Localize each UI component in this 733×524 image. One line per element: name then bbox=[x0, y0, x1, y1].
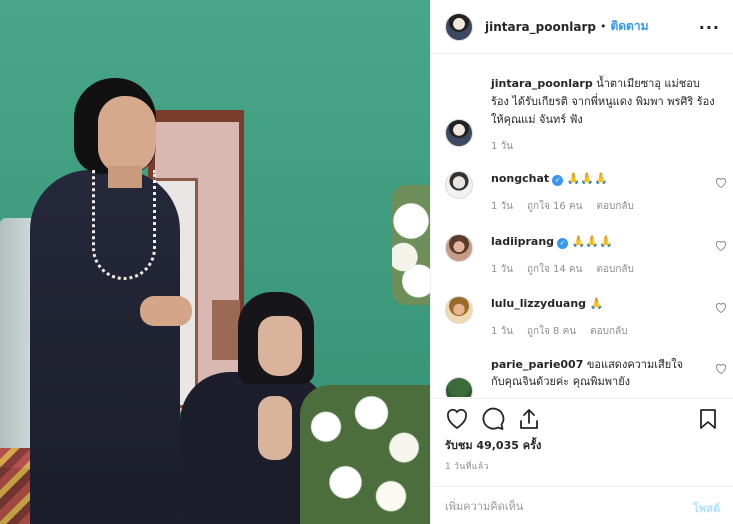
avatar[interactable] bbox=[445, 119, 473, 147]
post-time[interactable]: 1 วันที่แล้ว bbox=[445, 459, 489, 473]
avatar[interactable] bbox=[445, 377, 473, 397]
action-bar bbox=[431, 398, 733, 438]
comment-meta: 1 วัน ถูกใจ 8 คน ตอบกลับ bbox=[491, 324, 642, 339]
avatar[interactable] bbox=[445, 234, 473, 262]
comment-heart-icon[interactable] bbox=[715, 177, 727, 188]
comment-input[interactable] bbox=[445, 495, 665, 517]
comment-meta: 1 วัน ถูกใจ 14 คน ตอบกลับ bbox=[491, 262, 648, 277]
comment-time[interactable]: 1 วัน bbox=[491, 264, 513, 275]
post-username[interactable]: jintara_poonlarp bbox=[485, 20, 596, 34]
more-options-icon[interactable]: ··· bbox=[699, 18, 720, 37]
bookmark-icon[interactable] bbox=[696, 407, 720, 431]
video-flower-arrangement bbox=[300, 385, 430, 524]
avatar[interactable] bbox=[445, 296, 473, 324]
verified-badge-icon: ✓ bbox=[557, 238, 569, 249]
comment-username[interactable]: lulu_lizzyduang bbox=[491, 297, 586, 310]
comment-text: 🙏🙏🙏 bbox=[571, 235, 613, 248]
verified-badge-icon: ✓ bbox=[552, 175, 564, 186]
post-comment-button[interactable]: โพสต์ bbox=[693, 499, 720, 517]
comment-username[interactable]: nongchat bbox=[491, 172, 549, 185]
post-side-panel: jintara_poonlarp • ติดตาม ··· jintara_po… bbox=[430, 0, 733, 524]
caption-username[interactable]: jintara_poonlarp bbox=[491, 77, 593, 90]
follow-button[interactable]: ติดตาม bbox=[610, 17, 648, 36]
comment-item: lulu_lizzyduang 🙏 1 วัน ถูกใจ 8 คน ตอบกลับ bbox=[445, 296, 727, 352]
comment-text: 🙏🙏🙏 bbox=[566, 172, 608, 185]
avatar[interactable] bbox=[445, 171, 473, 199]
separator-dot: • bbox=[599, 20, 607, 33]
comment-likes[interactable]: ถูกใจ 14 คน bbox=[527, 264, 582, 275]
post-video[interactable] bbox=[0, 0, 430, 524]
comment-username[interactable]: parie_parie007 bbox=[491, 358, 583, 371]
comment-composer: โพสต์ bbox=[431, 486, 733, 524]
video-flowers bbox=[392, 185, 430, 305]
comment-time[interactable]: 1 วัน bbox=[491, 326, 513, 337]
reply-button[interactable]: ตอบกลับ bbox=[596, 264, 633, 275]
comment-username[interactable]: ladiiprang bbox=[491, 235, 554, 248]
comment-icon[interactable] bbox=[481, 407, 505, 431]
reply-button[interactable]: ตอบกลับ bbox=[590, 326, 627, 337]
view-count[interactable]: รับชม 49,035 ครั้ง bbox=[445, 436, 541, 454]
comment-heart-icon[interactable] bbox=[715, 363, 727, 374]
comment-item: nongchat ✓ 🙏🙏🙏 1 วัน ถูกใจ 16 คน ตอบกลับ bbox=[445, 171, 727, 227]
comment-time[interactable]: 1 วัน bbox=[491, 201, 513, 212]
comment-heart-icon[interactable] bbox=[715, 240, 727, 251]
reply-button[interactable]: ตอบกลับ bbox=[596, 201, 633, 212]
comment-text: 🙏 bbox=[589, 297, 604, 310]
comment-heart-icon[interactable] bbox=[715, 302, 727, 313]
comment-item: parie_parie007 ขอแสดงความเสียใจกับคุณจิน… bbox=[445, 357, 727, 397]
heart-icon[interactable] bbox=[445, 407, 469, 431]
post-header: jintara_poonlarp • ติดตาม ··· bbox=[431, 0, 733, 54]
share-icon[interactable] bbox=[517, 407, 541, 431]
comment-likes[interactable]: ถูกใจ 16 คน bbox=[527, 201, 582, 212]
comment-meta: 1 วัน ถูกใจ 16 คน ตอบกลับ bbox=[491, 199, 648, 214]
comment-item: ladiiprang ✓ 🙏🙏🙏 1 วัน ถูกใจ 14 คน ตอบกลับ bbox=[445, 234, 727, 290]
comments-list[interactable]: jintara_poonlarp น้ำตาเมียซาอุ แม่ชอบร้อ… bbox=[431, 55, 733, 397]
avatar[interactable] bbox=[445, 12, 473, 41]
caption-time: 1 วัน bbox=[491, 141, 513, 152]
comment-likes[interactable]: ถูกใจ 8 คน bbox=[527, 326, 576, 337]
